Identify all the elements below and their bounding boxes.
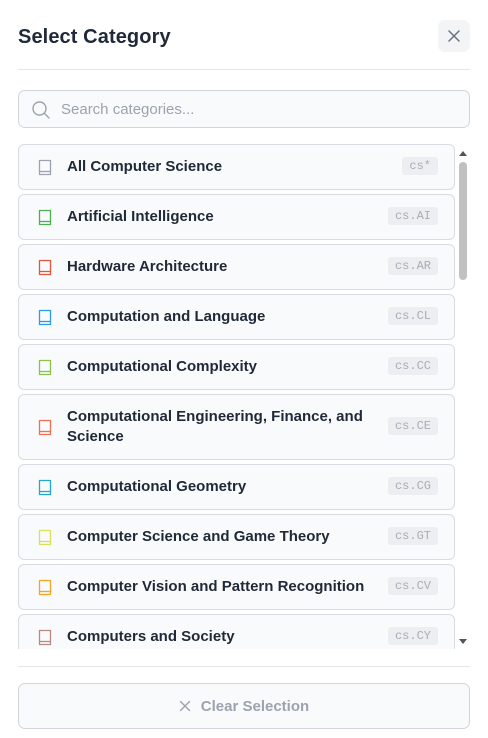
book-icon [38, 359, 52, 375]
category-label: Computer Vision and Pattern Recognition [67, 578, 365, 595]
scroll-down-arrow-icon[interactable] [457, 637, 469, 647]
category-code-badge: cs.CL [387, 307, 438, 325]
category-list: All Computer Science cs* Artificial Intell… [18, 144, 455, 649]
book-icon [38, 579, 52, 595]
category-item[interactable]: Computation and Language cs.CL [18, 294, 455, 340]
clear-selection-button[interactable]: Clear Selection [18, 683, 470, 729]
clear-selection-label: Clear Selection [200, 697, 310, 715]
category-label: Computers and Society [67, 628, 235, 645]
category-item[interactable]: Computational Geometry cs.CG [18, 464, 455, 510]
book-icon [38, 309, 52, 325]
category-code-badge: cs.CY [387, 627, 438, 645]
book-icon [38, 629, 52, 645]
category-label: All Computer Science [67, 158, 223, 175]
category-code-badge: cs.CE [387, 417, 438, 435]
book-icon [38, 529, 52, 545]
header-divider [18, 69, 470, 70]
category-item[interactable]: Computer Science and Game Theory cs.GT [18, 514, 455, 560]
scroll-up-arrow-icon[interactable] [457, 148, 469, 158]
modal-header: Select Category [18, 18, 470, 58]
category-code-badge: cs.GT [387, 527, 438, 545]
category-code-badge: cs* [402, 157, 438, 175]
book-icon [38, 159, 52, 175]
search-input[interactable] [61, 91, 461, 127]
category-label: Artificial Intelligence [67, 208, 214, 225]
book-icon [38, 419, 52, 435]
modal-title: Select Category [18, 26, 171, 48]
category-label: Computer Science and Game Theory [67, 528, 330, 545]
category-item[interactable]: Computational Engineering, Finance, and … [18, 394, 455, 460]
search-box[interactable] [18, 90, 470, 128]
category-code-badge: cs.AI [387, 207, 438, 225]
close-button[interactable] [438, 20, 470, 52]
category-code-badge: cs.AR [387, 257, 438, 275]
category-label: Computation and Language [67, 308, 266, 325]
category-code-badge: cs.CG [387, 477, 438, 495]
close-icon [448, 30, 460, 42]
scroll-thumb[interactable] [459, 162, 467, 280]
select-category-modal: Select Category All Computer Sciencecs*A… [0, 0, 488, 738]
category-label: Hardware Architecture [67, 258, 228, 275]
category-item[interactable]: Computational Complexity cs.CC [18, 344, 455, 390]
scrollbar[interactable] [457, 146, 469, 650]
category-label: Computational Complexity [67, 358, 258, 375]
book-icon [38, 259, 52, 275]
category-label: Computational Engineering, Finance, and … [67, 408, 363, 445]
category-label: Computational Geometry [67, 478, 247, 495]
category-item[interactable]: Computer Vision and Pattern Recognition c… [18, 564, 455, 610]
book-icon [38, 209, 52, 225]
category-item[interactable]: Artificial Intelligence cs.AI [18, 194, 455, 240]
footer-divider [18, 666, 470, 667]
x-icon [179, 700, 190, 712]
book-icon [38, 479, 52, 495]
category-code-badge: cs.CC [387, 357, 438, 375]
category-item[interactable]: Hardware Architecture cs.AR [18, 244, 455, 290]
category-item[interactable]: Computers and Society cs.CY [18, 614, 455, 649]
search-icon [32, 101, 50, 119]
category-code-badge: cs.CV [387, 577, 438, 595]
category-item[interactable]: All Computer Science cs* [18, 144, 455, 190]
